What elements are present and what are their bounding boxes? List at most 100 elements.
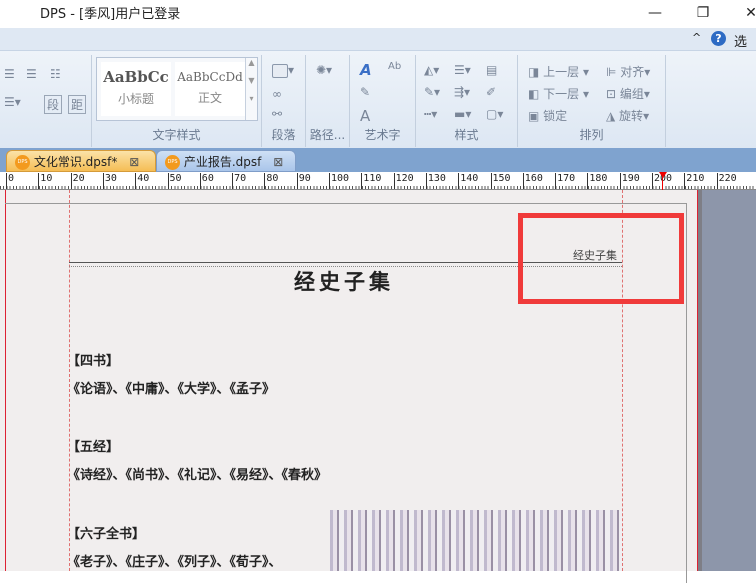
style-subtitle[interactable]: AaBbCc 小标题	[101, 62, 171, 116]
shadow-icon[interactable]: ▤	[486, 63, 497, 77]
window-title: DPS - [季风]用户已登录	[40, 7, 181, 22]
group-label: 排列	[579, 128, 604, 142]
restore-button[interactable]: ❐	[688, 2, 718, 24]
page-image[interactable]	[330, 510, 622, 571]
group-label: 艺术字	[364, 128, 401, 142]
style-group: ◭▾ ☰▾ ▤ ✎▾ ⇶▾ ✐ ┅▾ ▬▾ ▢▾ 样式	[416, 55, 518, 147]
close-tab-icon[interactable]: ⊠	[129, 155, 139, 169]
style-body[interactable]: AaBbCcDd 正文	[175, 62, 245, 116]
distribute-icon[interactable]: ☷	[50, 67, 61, 81]
ruler-tick-label: 210	[684, 173, 704, 189]
path-icon[interactable]: ✺▾	[316, 63, 332, 77]
collapse-ribbon-icon[interactable]: ^	[692, 31, 701, 44]
style-name: 小标题	[117, 92, 154, 106]
highlight-box	[518, 213, 684, 304]
label: 旋转	[619, 109, 644, 123]
image-frame-icon[interactable]: ▾	[272, 63, 294, 78]
spellcheck-icon[interactable]: ✎	[360, 85, 370, 99]
style-name: 正文	[197, 91, 222, 105]
ruler-marker-line	[662, 176, 663, 190]
close-tab-icon[interactable]: ⊠	[273, 155, 283, 169]
paragraph-group: ▾ ∞ ⚯ 段落	[262, 55, 306, 147]
align-right-icon[interactable]: ☰	[4, 67, 15, 81]
document-canvas[interactable]: 经史子集 经史子集 【四书】 《论语》、《中庸》、《大学》、《孟子》 【五经】 …	[0, 190, 756, 583]
text-effect-icon[interactable]: A	[360, 107, 370, 125]
art-text-group: A Ab ✎ A 艺术字	[350, 55, 416, 147]
link-icon[interactable]: ∞	[272, 87, 282, 101]
send-backward-button[interactable]: ◧ 下一层 ▾	[528, 85, 589, 102]
title-bar: DPS - [季风]用户已登录 — ❐ ✕	[0, 0, 756, 28]
ruler-tick-label: 220	[716, 173, 737, 189]
format-painter-icon[interactable]: ✐	[486, 85, 496, 99]
section-heading: 【四书】	[67, 354, 120, 369]
ruler-tick-label: 170	[555, 173, 575, 189]
art-text-icon[interactable]: A	[360, 61, 372, 79]
ruler-tick-label: 190	[619, 173, 640, 189]
group-label: 文字样式	[152, 128, 201, 142]
section-heading: 【五经】	[67, 440, 120, 455]
label: 上一层	[543, 65, 580, 79]
ruler-tick-label: 180	[587, 173, 607, 189]
group-label: 样式	[454, 128, 479, 142]
dash-style-icon[interactable]: ┅▾	[424, 107, 437, 121]
ruler-tick-label: 130	[425, 173, 446, 189]
line-color-icon[interactable]: ✎▾	[424, 85, 440, 99]
paragraph-button[interactable]: 段	[44, 95, 63, 114]
style-gallery: AaBbCc 小标题 AaBbCcDd 正文 ▲ ▼ ▾	[96, 57, 258, 121]
lock-button[interactable]: ▣ 锁定	[528, 107, 567, 124]
label: 对齐	[620, 65, 645, 79]
section-heading: 【六子全书】	[67, 527, 146, 542]
paragraph-align-group: ☰ ☰ ☷ ☰▾ 段 距	[0, 55, 92, 147]
style-sample: AaBbCcDd	[177, 70, 243, 84]
rotate-button[interactable]: ◮ 旋转▾	[606, 107, 649, 124]
ruler-tick-label: 10	[38, 173, 52, 189]
ruler-tick-label: 90	[296, 173, 311, 189]
spacing-button[interactable]: 距	[68, 95, 87, 114]
columns-icon[interactable]: ☰▾	[4, 95, 21, 109]
style-sample: AaBbCc	[103, 68, 169, 86]
page-title: 经史子集	[294, 269, 394, 294]
fill-color-icon[interactable]: ◭▾	[424, 63, 439, 77]
align-button[interactable]: ⊫ 对齐▾	[606, 63, 650, 80]
ruler-tick-label: 20	[70, 173, 85, 189]
help-icon[interactable]: ?	[711, 31, 726, 46]
ruler-marker-icon[interactable]	[659, 172, 667, 178]
doc-tab[interactable]: DPS 产业报告.dpsf ⊠	[156, 150, 296, 172]
ruler-tick-label: 50	[167, 173, 182, 189]
ruler-tick-label: 100	[329, 173, 349, 189]
minimize-button[interactable]: —	[640, 2, 670, 24]
ribbon: ☰ ☰ ☷ ☰▾ 段 距 AaBbCc 小标题 AaBbCcDd 正文 ▲ ▼ ▾ …	[0, 50, 756, 148]
group-label: 路径...	[309, 128, 346, 142]
group-label: 段落	[271, 128, 296, 142]
box-style-icon[interactable]: ▢▾	[486, 107, 503, 121]
arrange-group: ◨ 上一层 ▾ ◧ 下一层 ▾ ▣ 锁定 ⊫ 对齐▾ ⊡ 编组▾ ◮ 旋转▾ 排…	[518, 55, 666, 147]
label: 下一层	[543, 87, 580, 101]
ruler-tick-label: 150	[490, 173, 511, 189]
line-spacing-icon[interactable]: ☰▾	[454, 63, 471, 77]
ruler-tick-label: 80	[264, 173, 278, 189]
ribbon-tab-bar: ^ ? 选项	[0, 28, 756, 69]
ruler-tick-label: 160	[522, 173, 543, 189]
section-body: 《老子》、《庄子》、《列子》、《荀子》、	[67, 555, 282, 570]
justify-icon[interactable]: ☰	[26, 67, 37, 81]
line-weight-icon[interactable]: ▬▾	[454, 107, 471, 121]
unlink-icon[interactable]: ⚯	[272, 107, 282, 121]
horizontal-ruler[interactable]: 0 10 20 30 40 50 60 70 80 90 100 110 120 130 140 150 160…	[0, 172, 756, 190]
ruler-tick-label: 70	[232, 173, 246, 189]
path-group: ✺▾ 路径...	[306, 55, 350, 147]
text-direction-icon[interactable]: Ab	[388, 61, 401, 72]
gallery-scroll[interactable]: ▲ ▼ ▾	[245, 58, 257, 120]
dps-file-icon: DPS	[15, 155, 30, 170]
ruler-tick-label: 40	[135, 173, 149, 189]
ruler-tick-label: 120	[393, 173, 414, 189]
bring-forward-button[interactable]: ◨ 上一层 ▾	[528, 63, 589, 80]
group-button[interactable]: ⊡ 编组▾	[606, 85, 650, 102]
tab-label: 产业报告.dpsf	[183, 155, 262, 169]
doc-tab-active[interactable]: DPS 文化常识.dpsf* ⊠	[6, 150, 156, 172]
tab-label: 文化常识.dpsf*	[33, 155, 118, 169]
ruler-tick-label: 60	[199, 173, 214, 189]
close-button[interactable]: ✕	[736, 2, 756, 24]
arrow-style-icon[interactable]: ⇶▾	[454, 85, 470, 99]
section-body: 《论语》、《中庸》、《大学》、《孟子》	[67, 382, 276, 397]
right-page-edge	[697, 190, 698, 571]
